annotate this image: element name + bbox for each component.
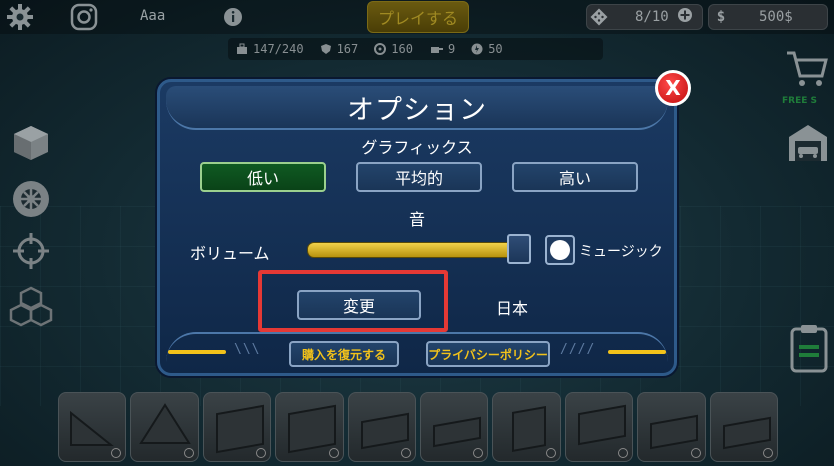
- part-slot-marker: [256, 448, 267, 458]
- options-dialog: オプション X グラフィックス 低い 平均的 高い 音 ボリューム ミュージック…: [157, 70, 691, 376]
- cube-part-icon: [215, 404, 264, 454]
- username: Aaa: [140, 8, 166, 24]
- footer-deco-right: ////: [560, 342, 596, 357]
- part-slot-marker: [763, 448, 774, 458]
- add-gems-icon[interactable]: [677, 7, 693, 27]
- block-part-icon: [288, 404, 337, 454]
- part-slot[interactable]: [637, 392, 706, 462]
- part-slot[interactable]: [58, 392, 127, 462]
- current-language: 日本: [496, 299, 529, 318]
- dialog-title: オプション: [347, 95, 487, 126]
- part-slot[interactable]: [420, 392, 489, 462]
- thin-block-part-icon: [722, 416, 771, 450]
- part-slot-marker: [401, 448, 412, 458]
- stat-wheels: 160: [374, 42, 413, 56]
- vehicle-stats-bar: 147/240 167 160 9 50: [228, 38, 603, 60]
- part-slot-marker: [618, 448, 629, 458]
- gems-value: 8/10: [635, 9, 669, 25]
- stat-weapons: 9: [429, 42, 455, 56]
- close-button[interactable]: X: [655, 70, 691, 106]
- footer-deco-left: \\\: [234, 342, 261, 357]
- block-icon[interactable]: [10, 122, 52, 164]
- quality-high-button[interactable]: 高い: [512, 162, 638, 192]
- part-slot[interactable]: [564, 392, 634, 462]
- part-slot[interactable]: [492, 392, 561, 462]
- free-shop-label: FREE S: [782, 96, 817, 106]
- info-icon[interactable]: [222, 2, 244, 32]
- shopping-cart-icon[interactable]: [784, 46, 830, 92]
- turret-icon: [430, 47, 443, 53]
- gear-icon[interactable]: [4, 2, 36, 32]
- panel-part-icon: [577, 404, 626, 446]
- garage-icon[interactable]: [786, 120, 830, 164]
- clipboard-icon[interactable]: [786, 322, 832, 374]
- shield-icon: [320, 44, 331, 54]
- play-button[interactable]: プレイする: [367, 1, 469, 33]
- money-counter: $ 500$: [708, 4, 828, 30]
- part-slot[interactable]: [347, 392, 417, 462]
- stat-armor-value: 167: [336, 42, 359, 56]
- beam-part-icon: [433, 416, 482, 448]
- part-slot[interactable]: [275, 392, 344, 462]
- part-slot[interactable]: [709, 392, 779, 462]
- toggle-knob: [550, 240, 570, 260]
- graphics-label: グラフィックス: [361, 138, 473, 157]
- wheel-icon: [374, 43, 387, 55]
- gamepad-icon: [587, 5, 611, 29]
- dollar-icon: $: [716, 9, 726, 25]
- stat-speed: 50: [471, 42, 503, 56]
- wheel-icon[interactable]: [10, 178, 52, 220]
- pillar-part-icon: [512, 406, 547, 452]
- stat-capacity: 147/240: [236, 42, 304, 56]
- stat-capacity-value: 147/240: [253, 42, 304, 56]
- volume-label: ボリューム: [190, 244, 270, 263]
- music-label: ミュージック: [579, 244, 663, 260]
- music-toggle[interactable]: [545, 235, 575, 265]
- footer-accent-left: [168, 350, 226, 354]
- part-slot-marker: [690, 448, 701, 458]
- crosshair-icon[interactable]: [10, 230, 52, 272]
- plate-part-icon: [360, 412, 409, 450]
- part-slot[interactable]: [130, 392, 199, 462]
- privacy-policy-button[interactable]: プライバシーポリシー: [426, 341, 550, 367]
- restore-purchases-button[interactable]: 購入を復元する: [289, 341, 399, 367]
- part-slot-marker: [545, 448, 556, 458]
- top-bar: Aaa プレイする 8/10 $ 500$: [0, 0, 834, 34]
- speed-icon: [471, 43, 483, 55]
- sound-label: 音: [408, 210, 425, 229]
- quality-low-button[interactable]: 低い: [200, 162, 326, 192]
- weight-icon: [237, 43, 247, 54]
- part-slot-marker: [183, 448, 194, 458]
- quality-medium-button[interactable]: 平均的: [356, 162, 482, 192]
- stat-armor: 167: [320, 42, 359, 56]
- change-language-button[interactable]: 変更: [297, 290, 421, 320]
- part-slot[interactable]: [202, 392, 272, 462]
- boxes-icon[interactable]: [8, 284, 54, 330]
- volume-slider[interactable]: [307, 242, 529, 258]
- stat-weapons-value: 9: [447, 42, 456, 56]
- stat-wheels-value: 160: [391, 42, 413, 56]
- instagram-icon[interactable]: [68, 2, 100, 32]
- gems-counter: 8/10: [586, 4, 703, 30]
- parts-tray: [58, 392, 779, 466]
- volume-slider-handle[interactable]: [507, 234, 531, 264]
- stat-speed-value: 50: [488, 42, 503, 56]
- part-slot-marker: [328, 448, 339, 458]
- footer-accent-right: [608, 350, 666, 354]
- long-block-part-icon: [650, 414, 699, 450]
- money-value: 500$: [759, 9, 793, 25]
- part-slot-marker: [473, 448, 484, 458]
